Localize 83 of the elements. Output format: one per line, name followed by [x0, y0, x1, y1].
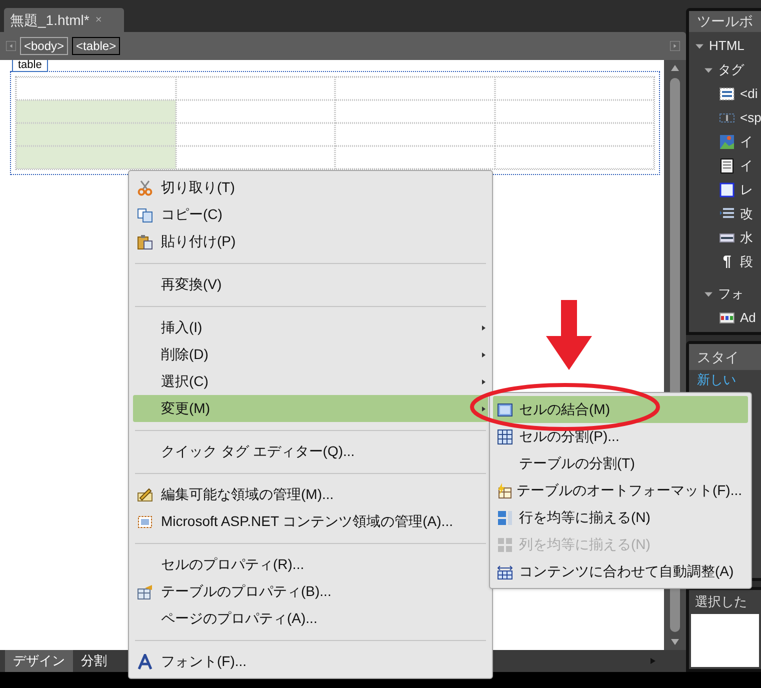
- table-cell[interactable]: [176, 100, 335, 123]
- table-cell[interactable]: [16, 77, 176, 100]
- stretch-table-icon: [497, 564, 513, 580]
- image-icon: [719, 134, 735, 150]
- panel-title: ツールボ: [689, 11, 761, 32]
- tree-item[interactable]: フォ: [718, 284, 744, 304]
- table-cell[interactable]: [494, 77, 654, 100]
- menu-item[interactable]: 変更(M): [133, 395, 488, 422]
- toolbox-item[interactable]: 水: [740, 228, 753, 248]
- toolbox-item[interactable]: 改: [740, 204, 753, 224]
- menu-item[interactable]: コピー(C): [133, 201, 488, 228]
- table-cell[interactable]: [16, 146, 176, 169]
- table-cell[interactable]: [494, 123, 654, 146]
- menu-item[interactable]: 行を均等に揃える(N): [493, 504, 748, 531]
- document-tab[interactable]: 無題_1.html* ×: [4, 8, 124, 32]
- menu-item[interactable]: 挿入(I): [133, 314, 488, 341]
- toolbox-item[interactable]: <sp: [740, 108, 761, 128]
- table-cell[interactable]: [494, 146, 654, 169]
- table-cell[interactable]: [335, 77, 494, 100]
- clipboard-icon: [137, 234, 153, 250]
- view-tab[interactable]: デザイン: [5, 650, 73, 672]
- menu-item[interactable]: テーブルのオートフォーマット(F)...: [493, 477, 748, 504]
- pilcrow-icon: ¶: [719, 250, 735, 274]
- grid-icon: [497, 428, 513, 444]
- table-label: table: [12, 60, 48, 72]
- pencil-frame-icon: [137, 486, 153, 502]
- menu-item[interactable]: 選択(C): [133, 368, 488, 395]
- menu-item[interactable]: ページのプロパティ(A)...: [133, 605, 488, 632]
- column-bars-icon: [497, 536, 513, 552]
- menu-item[interactable]: Microsoft ASP.NET コンテンツ領域の管理(A)...: [133, 508, 488, 535]
- menu-item[interactable]: テーブルのプロパティ(B)...: [133, 578, 488, 605]
- tree-item[interactable]: タグ: [718, 60, 744, 80]
- toolbox-item[interactable]: レ: [740, 180, 753, 200]
- toolbox-item[interactable]: Ad: [740, 308, 756, 328]
- menu-item[interactable]: 再変換(V): [133, 271, 488, 298]
- dotted-frame-icon: [137, 514, 153, 530]
- lightning-table-icon: [496, 482, 512, 498]
- tree-item[interactable]: HTML: [709, 36, 744, 56]
- toolbox-item[interactable]: イ: [740, 156, 753, 176]
- menu-item[interactable]: 削除(D): [133, 341, 488, 368]
- scroll-up-button[interactable]: [670, 64, 680, 72]
- table-cell[interactable]: [494, 100, 654, 123]
- div-block-icon: [719, 86, 735, 102]
- menu-item[interactable]: セルのプロパティ(R)...: [133, 551, 488, 578]
- tab-title: 無題_1.html*: [10, 10, 90, 30]
- table-cell[interactable]: [335, 146, 494, 169]
- table-icon: [137, 584, 153, 600]
- panel-title: 選択した: [694, 593, 748, 612]
- menu-item[interactable]: 編集可能な領域の管理(M)...: [133, 481, 488, 508]
- scroll-down-button[interactable]: [670, 638, 680, 646]
- scissors-icon: [137, 180, 153, 196]
- new-style-link[interactable]: 新しい: [697, 372, 736, 388]
- down-arrow-annotation: [546, 300, 592, 370]
- toolbox-item[interactable]: <di: [740, 84, 758, 104]
- font-icon: [137, 654, 153, 670]
- table-cell[interactable]: [16, 123, 176, 146]
- row-bars-icon: [497, 510, 513, 526]
- table-cell[interactable]: [176, 146, 335, 169]
- table-cell[interactable]: [16, 100, 176, 123]
- breadcrumb-tag[interactable]: <body>: [20, 37, 68, 55]
- breadcrumb-tag[interactable]: <table>: [72, 37, 120, 55]
- abc-block-icon: [719, 310, 735, 326]
- menu-item[interactable]: 貼り付け(P): [133, 228, 488, 255]
- toolbox-item[interactable]: 段: [740, 252, 753, 272]
- menu-item: 列を均等に揃える(N): [493, 531, 748, 558]
- table-cell[interactable]: [176, 77, 335, 100]
- menu-item[interactable]: テーブルの分割(T): [493, 450, 748, 477]
- preview-area: [691, 614, 760, 667]
- layer-frame-icon: [719, 182, 735, 198]
- menu-item[interactable]: 切り取り(T): [133, 174, 488, 201]
- input-form-icon: [719, 158, 735, 174]
- panel-title: スタイ: [689, 344, 761, 370]
- copy-icon: [137, 206, 153, 222]
- menu-item[interactable]: コンテンツに合わせて自動調整(A): [493, 558, 748, 585]
- menu-item[interactable]: セルの結合(M): [493, 396, 748, 423]
- table-cell[interactable]: [335, 123, 494, 146]
- menu-item[interactable]: クイック タグ エディター(Q)...: [133, 438, 488, 465]
- menu-item[interactable]: セルの分割(P)...: [493, 423, 748, 450]
- merged-cells-icon: [497, 402, 513, 418]
- table-cell[interactable]: [335, 100, 494, 123]
- table-cell[interactable]: [176, 123, 335, 146]
- menu-item[interactable]: フォント(F)...: [133, 648, 488, 675]
- toolbox-item[interactable]: イ: [740, 132, 753, 152]
